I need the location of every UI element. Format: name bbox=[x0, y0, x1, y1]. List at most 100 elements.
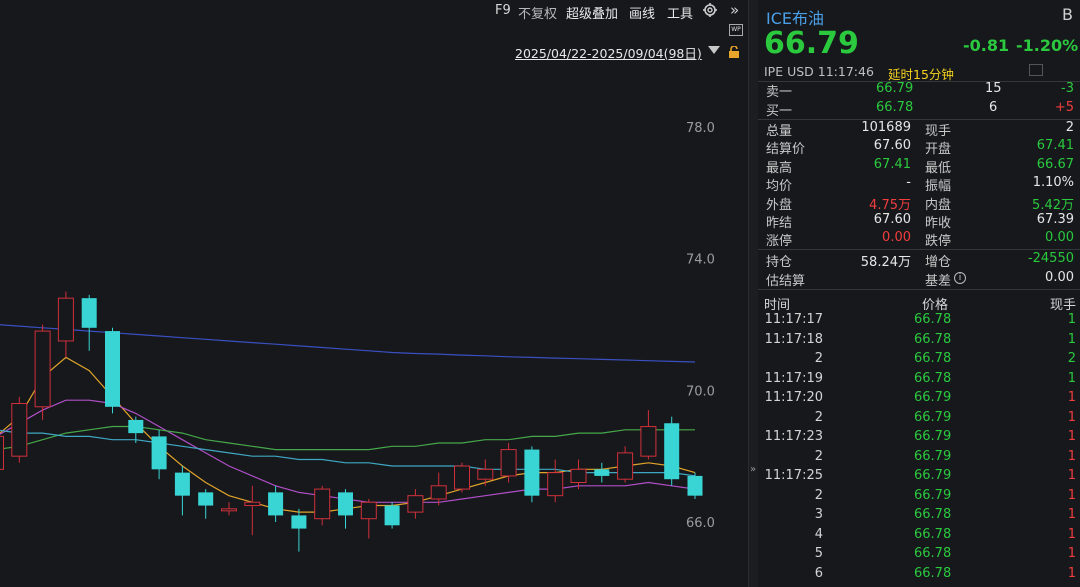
candle[interactable] bbox=[430, 472, 447, 506]
candle-body bbox=[198, 492, 214, 506]
trade-price: 66.79 bbox=[914, 390, 952, 405]
bid-price: 66.78 bbox=[876, 100, 914, 115]
trade-time: 4 bbox=[814, 526, 823, 542]
candle-body bbox=[221, 508, 237, 512]
candle[interactable] bbox=[524, 446, 540, 503]
candle[interactable] bbox=[314, 485, 331, 526]
fuquan-button[interactable]: 不复权 bbox=[518, 3, 557, 22]
stat-value: 67.60 bbox=[873, 212, 911, 227]
stat-label: 总量 bbox=[766, 124, 793, 139]
trade-price: 66.78 bbox=[914, 526, 952, 542]
trade-vol: 1 bbox=[1067, 507, 1076, 522]
candle[interactable] bbox=[664, 416, 680, 486]
candle[interactable] bbox=[105, 327, 120, 414]
trade-time: 3 bbox=[814, 507, 823, 522]
candle[interactable] bbox=[687, 472, 703, 499]
stat-value: 67.39 bbox=[1036, 212, 1074, 227]
candle[interactable] bbox=[174, 466, 190, 516]
trade-vol: 1 bbox=[1067, 487, 1076, 503]
candle[interactable] bbox=[57, 291, 74, 358]
trade-price: 66.78 bbox=[914, 370, 952, 386]
candle[interactable] bbox=[338, 489, 353, 529]
candle[interactable] bbox=[407, 489, 424, 519]
trade-time: 6 bbox=[814, 565, 823, 581]
candle-body bbox=[500, 449, 517, 477]
candle-body bbox=[338, 492, 353, 516]
candle-body bbox=[547, 472, 564, 497]
candle[interactable] bbox=[640, 410, 657, 460]
candle[interactable] bbox=[547, 459, 564, 503]
candle-body bbox=[81, 298, 97, 328]
candle[interactable] bbox=[500, 443, 517, 483]
tools-button[interactable]: 工具 bbox=[667, 3, 693, 22]
pencil-icon[interactable] bbox=[1029, 64, 1043, 76]
candle[interactable] bbox=[454, 462, 470, 493]
candle[interactable] bbox=[11, 396, 28, 463]
trade-vol: 1 bbox=[1067, 526, 1076, 542]
candle[interactable] bbox=[360, 498, 377, 539]
date-range-text[interactable]: 2025/04/22-2025/09/04(98日) bbox=[515, 43, 702, 62]
candle[interactable] bbox=[268, 485, 284, 522]
chevron-down-icon[interactable] bbox=[708, 46, 720, 54]
candle[interactable] bbox=[34, 324, 51, 420]
wp-icon[interactable]: WP bbox=[729, 24, 743, 36]
lock-icon[interactable] bbox=[728, 44, 740, 63]
trade-vol: 1 bbox=[1067, 409, 1076, 425]
trade-row: 11:17:18 66.78 1 bbox=[758, 332, 1080, 350]
candle[interactable] bbox=[594, 462, 610, 483]
trade-vol: 1 bbox=[1067, 546, 1076, 561]
trade-vol: 1 bbox=[1067, 448, 1076, 464]
candle-body bbox=[11, 403, 28, 457]
stat-label: 跌停 bbox=[925, 234, 952, 250]
trade-row: 2 66.79 1 bbox=[758, 449, 1080, 467]
candle[interactable] bbox=[128, 416, 144, 443]
trade-time: 11:17:20 bbox=[764, 390, 823, 405]
divider bbox=[758, 289, 1080, 290]
panel-divider[interactable] bbox=[748, 0, 758, 587]
trade-price: 66.78 bbox=[914, 507, 952, 522]
ma-line-1 bbox=[0, 399, 696, 503]
stat-label: 最高 bbox=[766, 160, 793, 176]
candle-body bbox=[360, 501, 377, 520]
candle[interactable] bbox=[291, 508, 307, 552]
trade-vol: 1 bbox=[1067, 468, 1076, 483]
candle[interactable] bbox=[198, 489, 214, 519]
expand-icon[interactable]: » bbox=[730, 1, 739, 19]
kline-chart-area[interactable]: F9 不复权 超级叠加 画线 工具 » WP 2025/04/22-2025/0… bbox=[0, 0, 748, 587]
trade-header-time: 时间 bbox=[764, 298, 791, 313]
stat-label: 现手 bbox=[925, 124, 952, 139]
trade-time: 11:17:18 bbox=[764, 331, 823, 347]
candle[interactable] bbox=[81, 294, 97, 351]
info-icon[interactable]: i bbox=[954, 271, 966, 284]
candle[interactable] bbox=[477, 459, 494, 486]
price-change: -0.81 bbox=[963, 36, 1010, 55]
kline-svg[interactable]: 78.0 74.0 70.0 66.0 bbox=[0, 62, 748, 587]
candle-body bbox=[454, 465, 470, 490]
candle[interactable] bbox=[221, 502, 237, 516]
trade-vol: 1 bbox=[1067, 312, 1076, 327]
gear-icon[interactable] bbox=[702, 2, 718, 22]
candle[interactable] bbox=[570, 459, 587, 490]
f9-button[interactable]: F9 bbox=[495, 3, 511, 18]
draw-button[interactable]: 画线 bbox=[629, 3, 655, 22]
trade-price: 66.78 bbox=[914, 546, 952, 561]
candle[interactable] bbox=[384, 502, 400, 529]
overlay-button[interactable]: 超级叠加 bbox=[566, 3, 618, 22]
stat-value: 67.60 bbox=[873, 138, 911, 154]
exchange-info: IPE USD 11:17:46 bbox=[764, 64, 874, 79]
trade-time: 2 bbox=[814, 409, 823, 425]
candle-body bbox=[640, 426, 657, 457]
y-tick-label: 70.0 bbox=[686, 384, 715, 399]
chevron-right-icon[interactable]: » bbox=[750, 464, 756, 475]
trade-price: 66.79 bbox=[914, 409, 952, 425]
candle[interactable] bbox=[617, 446, 634, 483]
trade-row: 4 66.78 1 bbox=[758, 527, 1080, 545]
stat-value: 101689 bbox=[861, 120, 911, 135]
candle-body bbox=[430, 485, 447, 500]
candle[interactable] bbox=[151, 429, 167, 480]
badge-b[interactable]: B bbox=[1062, 5, 1073, 24]
bid-row: 买一 66.78 6 +5 bbox=[758, 100, 1080, 119]
candle[interactable] bbox=[244, 485, 261, 536]
divider bbox=[758, 249, 1080, 250]
stat-value: 66.67 bbox=[1036, 156, 1074, 172]
